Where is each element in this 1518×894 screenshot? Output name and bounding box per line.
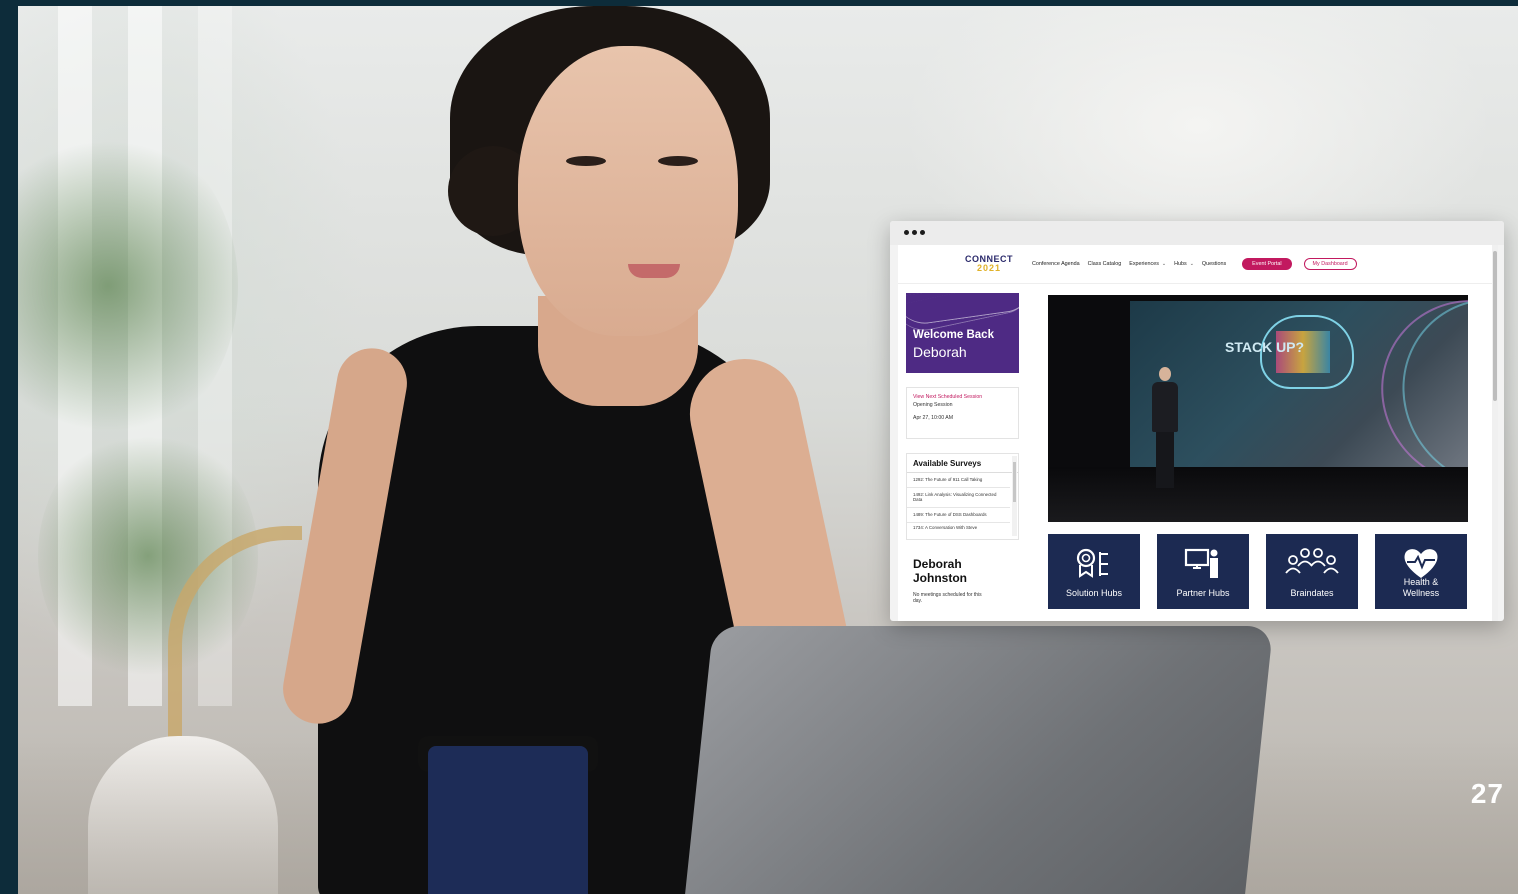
chevron-down-icon[interactable]: ⌄ [1162, 261, 1166, 267]
tile-braindates[interactable]: Braindates [1266, 534, 1358, 609]
survey-item[interactable]: 1292: The Future of 911 Call Taking [907, 473, 1010, 488]
nav-link-conference-agenda[interactable]: Conference Agenda [1032, 261, 1080, 267]
window-controls[interactable] [904, 230, 925, 235]
coffee-cup [428, 746, 588, 894]
nav-link-hubs[interactable]: Hubs [1174, 261, 1187, 267]
next-session-card: View Next Scheduled Session Opening Sess… [906, 387, 1019, 439]
survey-item[interactable]: 1734: A Conversation With Steve [907, 523, 1010, 533]
stage-floor [1048, 467, 1468, 522]
surveys-scroll-thumb[interactable] [1013, 462, 1016, 502]
my-dashboard-button[interactable]: My Dashboard [1303, 258, 1357, 270]
heart-pulse-icon [1404, 549, 1438, 578]
window-dot-icon[interactable] [920, 230, 925, 235]
chevron-down-icon[interactable]: ⌄ [1190, 261, 1194, 267]
logo-year: 2021 [976, 263, 1002, 273]
browser-window: CONNECT 2021 Conference Agenda Class Cat… [890, 221, 1504, 621]
site-nav: CONNECT 2021 Conference Agenda Class Cat… [898, 245, 1492, 284]
user-first-name: Deborah [913, 557, 962, 571]
session-time: Apr 27, 10:00 AM [913, 415, 954, 422]
welcome-banner: Welcome Back Deborah [906, 293, 1019, 373]
tile-label: Health & Wellness [1402, 577, 1440, 599]
woman-eye [566, 156, 606, 166]
welcome-name: Deborah [913, 344, 967, 360]
tile-partner-hubs[interactable]: Partner Hubs [1157, 534, 1249, 609]
hub-tiles: Solution Hubs Partner Hubs Braindates He… [1048, 534, 1468, 609]
nav-link-experiences[interactable]: Experiences [1129, 261, 1159, 267]
nav-link-class-catalog[interactable]: Class Catalog [1088, 261, 1122, 267]
nav-links: Conference Agenda Class Catalog Experien… [1032, 258, 1357, 270]
slide-text: STACK UP? [1225, 339, 1305, 355]
woman-face [518, 46, 738, 336]
user-last-name: Johnston [913, 570, 967, 585]
scrollbar-thumb[interactable] [1493, 251, 1497, 401]
schedule-note: No meetings scheduled for this day. [913, 591, 982, 605]
survey-item[interactable]: 1492: Link Analysis: Visualizing Connect… [907, 488, 1010, 509]
session-title: Opening Session [913, 401, 953, 408]
woman-eye [658, 156, 698, 166]
browser-titlebar [890, 221, 1504, 245]
presenter [1152, 367, 1178, 488]
left-sidebar: Welcome Back Deborah View Next Scheduled… [906, 293, 1019, 605]
tile-label: Braindates [1290, 588, 1334, 599]
window-dot-icon[interactable] [912, 230, 917, 235]
solution-hubs-icon [1076, 548, 1108, 578]
user-schedule: Deborah Johnston No meetings scheduled f… [906, 557, 1019, 605]
woman-mouth [628, 264, 680, 278]
surveys-panel: Available Surveys 1292: The Future of 91… [906, 453, 1019, 540]
window-dot-icon[interactable] [904, 230, 909, 235]
welcome-heading: Welcome Back [913, 329, 994, 341]
survey-item[interactable]: 1489: The Future of DSS Dashboards [907, 508, 1010, 523]
keynote-video-player[interactable]: STACK UP? [1048, 295, 1468, 522]
page-scrollbar[interactable] [1492, 245, 1498, 621]
browser-viewport: CONNECT 2021 Conference Agenda Class Cat… [898, 245, 1498, 621]
tile-label: Solution Hubs [1065, 588, 1123, 599]
braindates-icon [1285, 548, 1339, 574]
stage-screen: STACK UP? [1130, 295, 1468, 522]
view-next-session-link[interactable]: View Next Scheduled Session [913, 394, 1012, 402]
surveys-scrollbar[interactable] [1012, 456, 1017, 536]
laptop [682, 626, 1274, 894]
tile-solution-hubs[interactable]: Solution Hubs [1048, 534, 1140, 609]
connect-2021-logo[interactable]: CONNECT 2021 [964, 252, 1014, 276]
surveys-title: Available Surveys [907, 454, 1018, 473]
page-number: 27 [1470, 778, 1504, 809]
event-portal-button[interactable]: Event Portal [1242, 258, 1292, 270]
nav-link-questions[interactable]: Questions [1202, 261, 1226, 267]
tile-label: Partner Hubs [1176, 588, 1230, 599]
partner-hubs-icon [1184, 548, 1218, 578]
tile-health-wellness[interactable]: Health & Wellness [1375, 534, 1467, 609]
